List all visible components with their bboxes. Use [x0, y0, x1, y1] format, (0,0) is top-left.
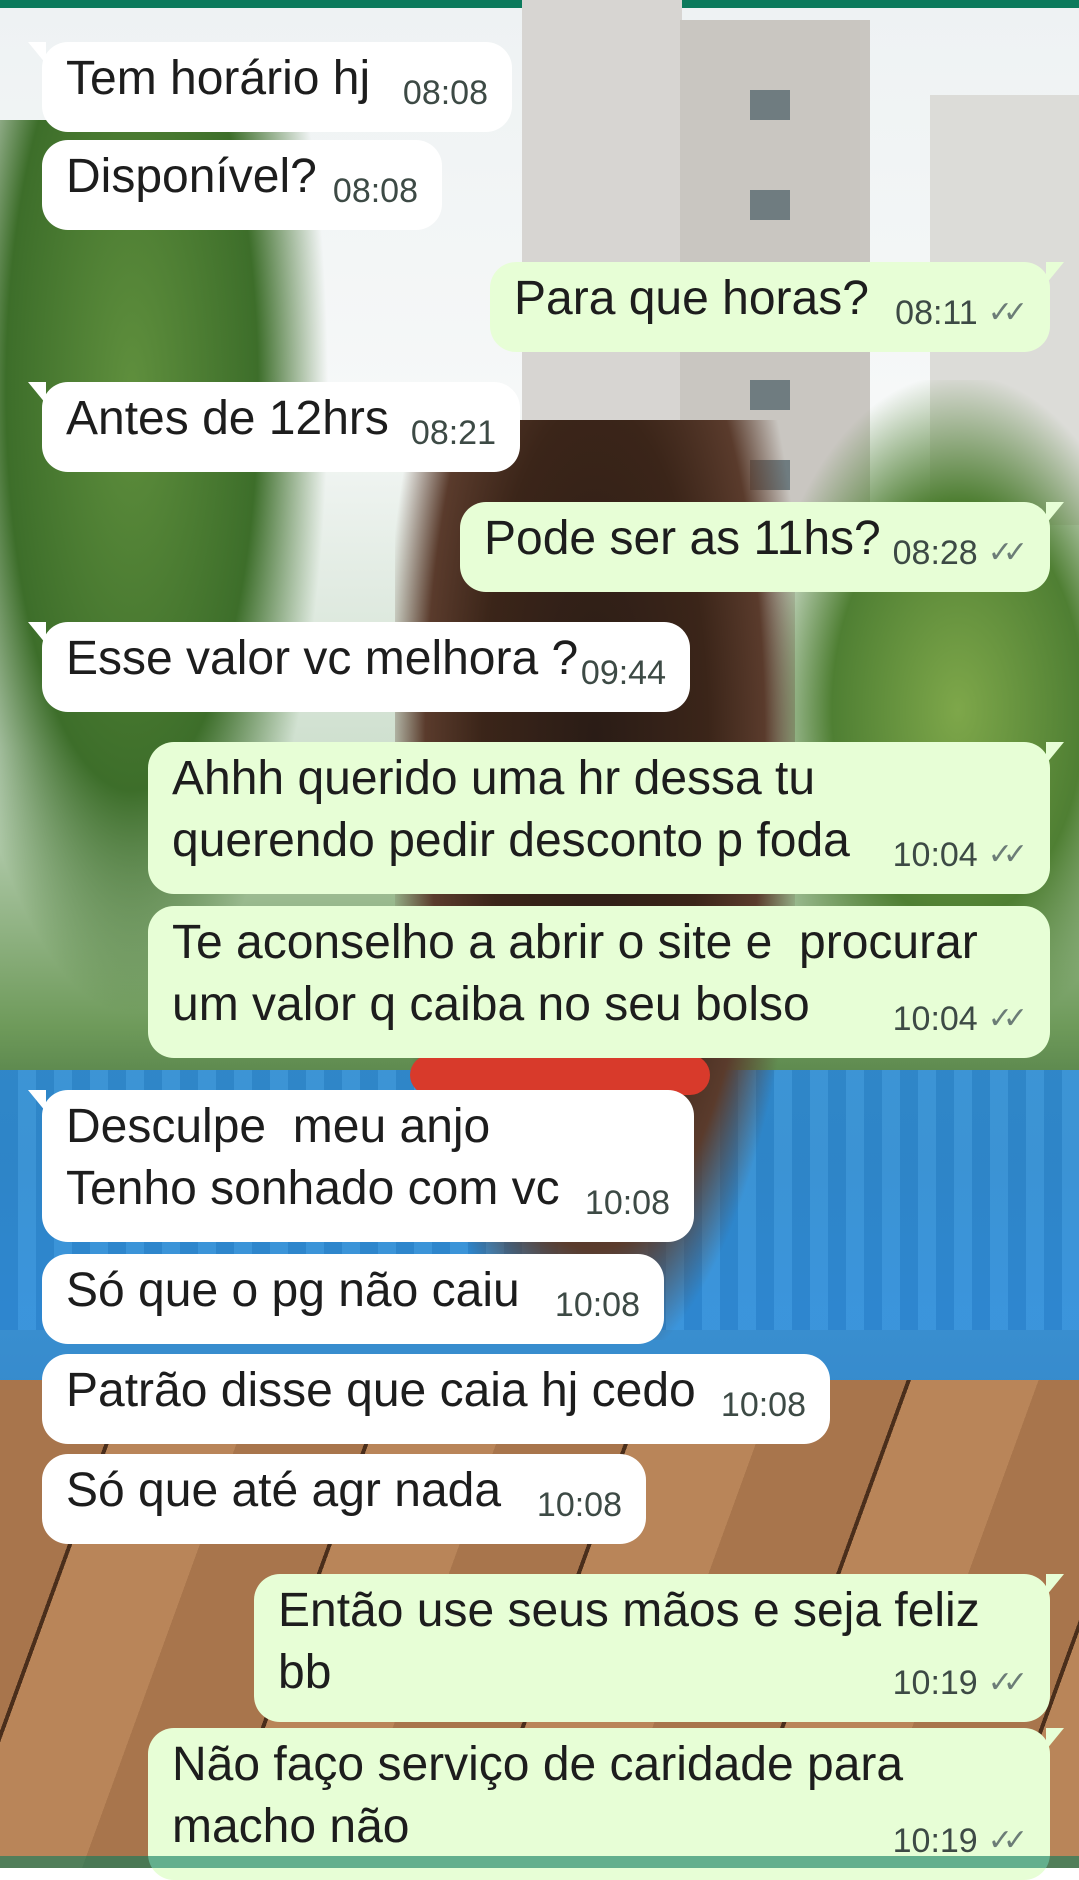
message-text: Não faço serviço de caridade para macho … — [172, 1738, 904, 1853]
double-check-icon: ✓✓ — [987, 1002, 1028, 1035]
message-meta: 10:19 ✓✓ — [893, 1652, 1028, 1714]
message-time: 10:08 — [536, 1486, 622, 1524]
double-check-icon: ✓✓ — [987, 1666, 1028, 1699]
message-outgoing[interactable]: Te aconselho a abrir o site e procurar u… — [148, 906, 1050, 1058]
message-outgoing[interactable]: Para que horas? 08:11 ✓✓ — [490, 262, 1064, 352]
wallpaper-window — [750, 190, 790, 220]
message-outgoing[interactable]: Ahhh querido uma hr dessa tu querendo pe… — [148, 742, 1064, 894]
double-check-icon: ✓✓ — [987, 536, 1028, 569]
message-meta: 10:08 — [585, 1172, 670, 1234]
message-meta: 08:21 — [411, 402, 496, 464]
wallpaper-swimwear — [410, 1055, 710, 1095]
message-time: 10:04 — [892, 1000, 978, 1038]
message-text: Só que o pg não caiu — [66, 1264, 520, 1317]
double-check-icon: ✓✓ — [987, 838, 1028, 871]
message-time: 10:08 — [720, 1386, 806, 1424]
message-time: 10:08 — [554, 1286, 640, 1324]
double-check-icon: ✓✓ — [987, 296, 1028, 329]
message-outgoing[interactable]: Então use seus mãos e seja feliz bb 10:1… — [254, 1574, 1064, 1722]
message-meta: 08:28 ✓✓ — [893, 522, 1028, 584]
message-meta: 10:04 ✓✓ — [893, 824, 1028, 886]
message-text: Te aconselho a abrir o site e procurar u… — [172, 916, 978, 1031]
composer-bar-edge — [0, 1856, 1079, 1868]
message-time: 08:08 — [332, 172, 418, 210]
message-text: Esse valor vc melhora ? — [66, 632, 579, 685]
message-incoming[interactable]: Desculpe meu anjo Tenho sonhado com vc 1… — [28, 1090, 694, 1242]
message-text: Só que até agr nada — [66, 1464, 502, 1517]
message-text: Tem horário hj — [66, 52, 371, 105]
message-meta: 08:08 — [333, 160, 418, 222]
message-time: 08:08 — [402, 74, 488, 112]
message-incoming[interactable]: Antes de 12hrs 08:21 — [28, 382, 520, 472]
message-text: Antes de 12hrs — [66, 392, 389, 445]
message-text: Desculpe meu anjo Tenho sonhado com vc — [66, 1100, 560, 1215]
message-text: Disponível? — [66, 150, 317, 203]
message-meta: 10:08 — [721, 1374, 806, 1436]
message-meta: 10:04 ✓✓ — [893, 988, 1028, 1050]
message-incoming[interactable]: Só que o pg não caiu 10:08 — [42, 1254, 664, 1344]
message-incoming[interactable]: Patrão disse que caia hj cedo 10:08 — [42, 1354, 830, 1444]
message-incoming[interactable]: Tem horário hj 08:08 — [28, 42, 512, 132]
message-text: Então use seus mãos e seja feliz bb — [278, 1584, 994, 1699]
message-time: 09:44 — [580, 654, 666, 692]
message-time: 10:08 — [584, 1184, 670, 1222]
message-text: Para que horas? — [514, 272, 869, 325]
wallpaper-window — [750, 90, 790, 120]
message-time: 08:21 — [410, 414, 496, 452]
message-outgoing[interactable]: Pode ser as 11hs? 08:28 ✓✓ — [460, 502, 1064, 592]
message-incoming[interactable]: Só que até agr nada 10:08 — [42, 1454, 646, 1544]
message-meta: 08:08 — [403, 62, 488, 124]
message-meta: 10:08 — [555, 1274, 640, 1336]
message-meta: 10:08 — [537, 1474, 622, 1536]
message-incoming[interactable]: Esse valor vc melhora ? 09:44 — [28, 622, 690, 712]
message-text: Ahhh querido uma hr dessa tu querendo pe… — [172, 752, 850, 867]
message-time: 08:28 — [892, 534, 978, 572]
message-time: 08:11 — [895, 294, 978, 332]
message-text: Patrão disse que caia hj cedo — [66, 1364, 696, 1417]
message-meta: 09:44 — [581, 642, 666, 704]
message-meta: 08:11 ✓✓ — [895, 282, 1028, 344]
message-time: 10:04 — [892, 836, 978, 874]
message-time: 10:19 — [892, 1664, 978, 1702]
message-incoming[interactable]: Disponível? 08:08 — [42, 140, 442, 230]
message-text: Pode ser as 11hs? — [484, 512, 881, 565]
